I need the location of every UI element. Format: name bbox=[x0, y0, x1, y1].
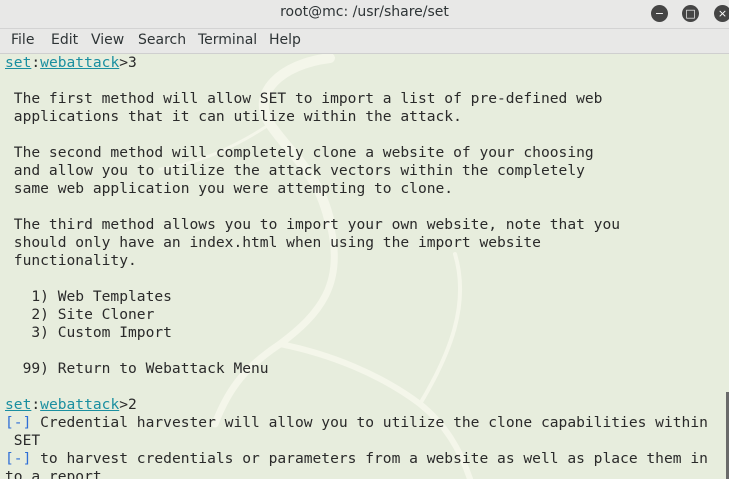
title-bar[interactable]: root@mc: /usr/share/set − □ × bbox=[0, 0, 729, 29]
terminal-window: root@mc: /usr/share/set − □ × File Edit … bbox=[0, 0, 729, 479]
close-button[interactable]: × bbox=[714, 5, 729, 22]
output-line: and allow you to utilize the attack vect… bbox=[5, 162, 585, 179]
menu-option: 3) Custom Import bbox=[5, 324, 172, 341]
menu-help[interactable]: Help bbox=[269, 32, 301, 48]
prompt-input: >2 bbox=[119, 396, 137, 413]
window-title: root@mc: /usr/share/set bbox=[280, 4, 449, 20]
prompt-colon: : bbox=[31, 396, 41, 413]
info-line: [-] to harvest credentials or parameters… bbox=[5, 450, 708, 468]
info-line: [-] Credential harvester will allow you … bbox=[5, 414, 708, 432]
prompt-line-2: set:webattack>2 bbox=[5, 396, 137, 414]
menu-edit[interactable]: Edit bbox=[51, 32, 78, 48]
output-line: same web application you were attempting… bbox=[5, 180, 454, 197]
output-line: should only have an index.html when usin… bbox=[5, 234, 541, 251]
maximize-button[interactable]: □ bbox=[682, 5, 699, 22]
output-line: The third method allows you to import yo… bbox=[5, 216, 621, 233]
menu-view[interactable]: View bbox=[91, 32, 124, 48]
info-text: SET bbox=[5, 432, 41, 449]
prompt-module: webattack bbox=[40, 54, 120, 71]
prompt-module: webattack bbox=[40, 396, 120, 413]
info-tag: [-] bbox=[5, 450, 32, 467]
info-text: to a report bbox=[5, 468, 102, 479]
output-line: applications that it can utilize within … bbox=[5, 108, 462, 125]
info-tag: [-] bbox=[5, 414, 32, 431]
menu-option: 99) Return to Webattack Menu bbox=[5, 360, 269, 377]
output-line: functionality. bbox=[5, 252, 137, 269]
terminal-area[interactable]: set:webattack>3 The first method will al… bbox=[0, 54, 729, 479]
minimize-button[interactable]: − bbox=[651, 5, 668, 22]
menu-option: 1) Web Templates bbox=[5, 288, 172, 305]
menu-search[interactable]: Search bbox=[138, 32, 186, 48]
prompt-set: set bbox=[5, 54, 32, 71]
output-line: The second method will completely clone … bbox=[5, 144, 594, 161]
prompt-line-1: set:webattack>3 bbox=[5, 54, 137, 72]
info-line: to a report bbox=[5, 468, 102, 479]
menu-option: 2) Site Cloner bbox=[5, 306, 155, 323]
menu-file[interactable]: File bbox=[11, 32, 34, 48]
info-text: to harvest credentials or parameters fro… bbox=[31, 450, 708, 467]
info-text: Credential harvester will allow you to u… bbox=[31, 414, 708, 431]
prompt-input: >3 bbox=[119, 54, 137, 71]
prompt-set: set bbox=[5, 396, 32, 413]
menu-terminal[interactable]: Terminal bbox=[198, 32, 257, 48]
output-line: The first method will allow SET to impor… bbox=[5, 90, 603, 107]
prompt-colon: : bbox=[31, 54, 41, 71]
info-line: SET bbox=[5, 432, 40, 450]
menu-bar: File Edit View Search Terminal Help bbox=[0, 29, 729, 54]
